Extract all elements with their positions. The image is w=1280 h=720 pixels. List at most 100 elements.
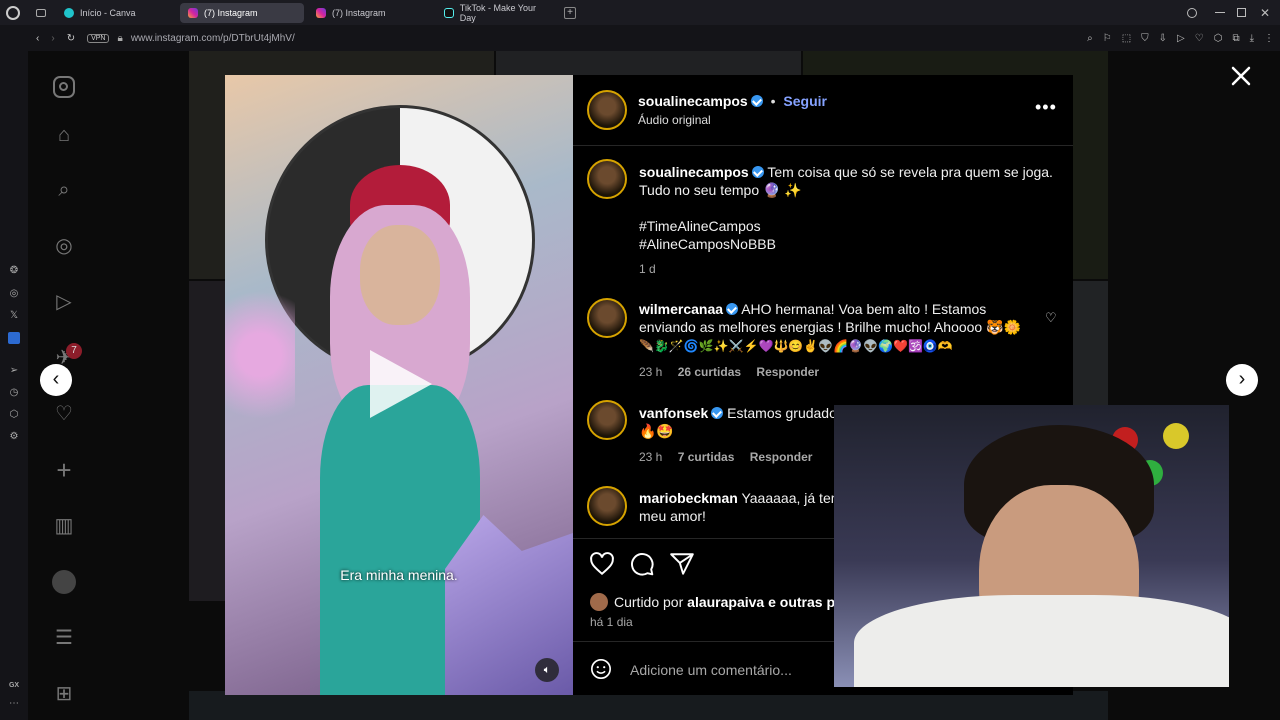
- more-icon[interactable]: ⋯: [8, 698, 20, 710]
- snapshot-icon[interactable]: ⬚: [1122, 33, 1131, 44]
- tab-instagram[interactable]: (7) Instagram: [308, 3, 432, 23]
- reload-icon[interactable]: ↻: [67, 33, 75, 44]
- share-icon[interactable]: [669, 551, 695, 577]
- close-modal-icon[interactable]: [1230, 65, 1252, 87]
- vpn-badge[interactable]: VPN: [87, 33, 110, 43]
- restore-icon[interactable]: [1236, 8, 1246, 17]
- search-tabs-icon[interactable]: [1186, 7, 1197, 18]
- extensions-icon[interactable]: ⧉: [1232, 33, 1239, 44]
- caption-author-avatar[interactable]: [587, 159, 627, 199]
- search-icon[interactable]: ⌕: [50, 176, 78, 204]
- bookmark-icon[interactable]: ⚐: [1103, 33, 1112, 44]
- next-post-button[interactable]: ›: [1226, 364, 1258, 396]
- menu-icon[interactable]: ⋮: [1264, 33, 1274, 44]
- extensions-icon[interactable]: ⬡: [8, 409, 20, 421]
- notifications-icon[interactable]: ♡: [50, 400, 78, 428]
- new-tab-button[interactable]: +: [564, 6, 576, 19]
- app-icon[interactable]: [8, 332, 20, 344]
- liked-by-user[interactable]: alaurapaiva: [687, 594, 764, 610]
- more-menu-icon[interactable]: ☰: [50, 624, 78, 652]
- like-comment-icon[interactable]: ♡: [1045, 310, 1057, 326]
- liked-by: Curtido por alaurapaiva e outras pe: [614, 594, 843, 610]
- heart-icon[interactable]: ♡: [1195, 33, 1204, 44]
- caption-author[interactable]: soualinecampos: [639, 164, 749, 180]
- verified-icon: [726, 303, 739, 315]
- workspace-icon[interactable]: [36, 8, 46, 17]
- close-window-icon[interactable]: ✕: [1260, 6, 1270, 20]
- follow-button[interactable]: Seguir: [783, 93, 827, 109]
- x-icon[interactable]: 𝕏: [8, 310, 20, 322]
- create-icon[interactable]: +: [50, 456, 78, 484]
- author-avatar[interactable]: [587, 90, 627, 130]
- profile-avatar[interactable]: [50, 568, 78, 596]
- gx-label: GX: [8, 682, 20, 689]
- minimize-icon[interactable]: [1214, 12, 1225, 13]
- tab-tiktok[interactable]: TikTok - Make Your Day: [436, 3, 560, 23]
- commenter-avatar[interactable]: [587, 298, 627, 338]
- apps-icon[interactable]: ⊞: [50, 680, 78, 708]
- send-icon[interactable]: ➢: [8, 365, 20, 377]
- downloads-icon[interactable]: ⤓: [1250, 33, 1254, 44]
- comment-icon[interactable]: [629, 551, 655, 577]
- history-icon[interactable]: ◷: [8, 387, 20, 399]
- caption-emoji: 🔮 ✨: [763, 182, 802, 198]
- comment-line: enviando as melhores energias ! Brilhe m…: [639, 319, 1021, 335]
- play-button[interactable]: [370, 350, 432, 418]
- commenter-username[interactable]: mariobeckman: [639, 490, 738, 506]
- liked-by-avatar[interactable]: [590, 593, 608, 611]
- commenter-username[interactable]: vanfonsek: [639, 405, 708, 421]
- tab-canva[interactable]: Início - Canva: [56, 3, 176, 23]
- video-subtitle: Era minha menina.: [340, 567, 458, 583]
- address-bar: ‹ › ↻ VPN 🔒︎ www.instagram.com/p/DTbrUt4…: [28, 25, 1280, 51]
- tab-label: (7) Instagram: [332, 7, 386, 18]
- back-icon[interactable]: ‹: [36, 33, 39, 44]
- liked-by-connector[interactable]: e outras pe: [768, 594, 843, 610]
- reply-link[interactable]: Responder: [756, 365, 819, 379]
- download-icon[interactable]: ⇩: [1159, 33, 1167, 44]
- home-icon[interactable]: ⌂: [50, 121, 78, 149]
- feed-tile: [189, 691, 1108, 720]
- instagram-page: ⌂ ⌕ ◎ ▷ ✈ 7 ♡ + ▥ ☰ ⊞ ‹ › Era minha meni…: [28, 51, 1280, 720]
- orchid-plant: [225, 255, 295, 455]
- instagram-icon: [316, 7, 326, 18]
- settings-icon[interactable]: ⚙: [8, 431, 20, 443]
- commenter-avatar[interactable]: [587, 400, 627, 440]
- comment-line: Yaaaaaa, já tem: [741, 490, 843, 506]
- comment-likes[interactable]: 7 curtidas: [678, 450, 735, 464]
- hashtag-link[interactable]: #AlineCamposNoBBB: [639, 235, 776, 253]
- christmas-ornament: [1163, 423, 1189, 449]
- zoom-icon[interactable]: ⌕: [1087, 33, 1093, 44]
- url-field[interactable]: www.instagram.com/p/DTbrUt4jMhV/: [131, 33, 295, 44]
- play-icon[interactable]: ▷: [1177, 33, 1185, 44]
- audio-label[interactable]: Áudio original: [638, 113, 711, 127]
- opera-logo-icon[interactable]: [6, 5, 20, 20]
- whatsapp-icon[interactable]: ◎: [8, 288, 20, 300]
- post-header: soualinecampos • Seguir: [638, 93, 827, 109]
- post-video[interactable]: Era minha menina. 🔈︎: [225, 75, 573, 695]
- more-options-icon[interactable]: •••: [1035, 97, 1057, 118]
- separator-dot: •: [770, 93, 776, 109]
- lock-icon[interactable]: 🔒︎: [117, 33, 122, 44]
- commenter-username[interactable]: wilmercanaa: [639, 301, 723, 317]
- reels-icon[interactable]: ▷: [50, 288, 78, 316]
- reply-link[interactable]: Responder: [750, 450, 813, 464]
- verified-icon: [750, 95, 763, 107]
- hashtag-link[interactable]: #TimeAlineCampos: [639, 217, 761, 235]
- adblock-icon[interactable]: ⛉: [1141, 33, 1149, 44]
- dashboard-icon[interactable]: ▥: [50, 512, 78, 540]
- wallet-icon[interactable]: ⬡: [1214, 33, 1223, 44]
- commenter-avatar[interactable]: [587, 486, 627, 526]
- explore-icon[interactable]: ◎: [50, 232, 78, 260]
- emoji-icon[interactable]: [590, 658, 612, 680]
- comment-likes[interactable]: 26 curtidas: [678, 365, 741, 379]
- author-username[interactable]: soualinecampos: [638, 93, 748, 109]
- chatgpt-icon[interactable]: ❂: [8, 265, 20, 277]
- tab-instagram-active[interactable]: (7) Instagram: [180, 2, 304, 23]
- post-date: há 1 dia: [590, 615, 633, 629]
- forward-icon[interactable]: ›: [51, 33, 54, 44]
- previous-post-button[interactable]: ‹: [40, 364, 72, 396]
- mute-icon[interactable]: 🔈︎: [535, 658, 559, 682]
- like-icon[interactable]: [589, 551, 615, 577]
- instagram-logo-icon[interactable]: [50, 73, 78, 101]
- caption-line2: Tudo no seu tempo: [639, 182, 760, 198]
